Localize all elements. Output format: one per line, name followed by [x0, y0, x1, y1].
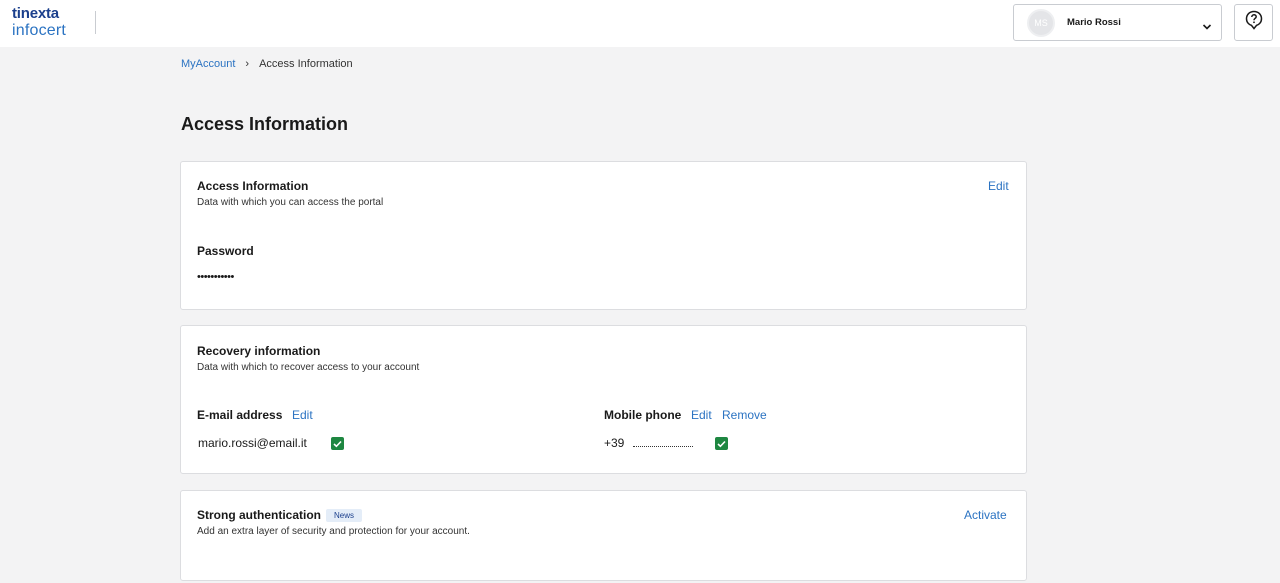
- page-title: Access Information: [181, 114, 349, 134]
- password-value: •••••••••••: [197, 271, 234, 283]
- access-card-title: Access Information: [197, 179, 309, 193]
- strong-authentication-card: Strong authentication News Add an extra …: [180, 490, 1027, 581]
- recovery-card-title: Recovery information: [197, 344, 321, 358]
- brand-logo-line2: infocert: [12, 22, 67, 39]
- news-badge: News: [326, 509, 363, 522]
- breadcrumb-separator: ›: [245, 58, 250, 70]
- recovery-information-card: Recovery information Data with which to …: [180, 325, 1027, 474]
- top-bar: tinexta infocert MS Mario Rossi: [0, 0, 1280, 47]
- help-button[interactable]: [1234, 4, 1273, 41]
- activate-link[interactable]: Activate: [964, 508, 1007, 522]
- logo-divider: [95, 11, 96, 34]
- strong-auth-subtitle: Add an extra layer of security and prote…: [197, 526, 470, 537]
- strong-auth-title: Strong authentication: [197, 508, 321, 522]
- check-icon: [331, 437, 344, 450]
- brand-logo[interactable]: tinexta infocert: [12, 6, 66, 39]
- phone-prefix: +39: [604, 436, 625, 450]
- breadcrumb: MyAccount › Access Information: [181, 58, 353, 70]
- phone-number-masked: [633, 446, 693, 447]
- recovery-card-subtitle: Data with which to recover access to you…: [197, 362, 420, 373]
- email-edit-link[interactable]: Edit: [292, 408, 313, 422]
- access-edit-link[interactable]: Edit: [988, 179, 1009, 193]
- mobile-phone-label: Mobile phone: [604, 408, 682, 422]
- access-card-subtitle: Data with which you can access the porta…: [197, 197, 384, 208]
- breadcrumb-myaccount-link[interactable]: MyAccount: [181, 58, 235, 70]
- password-label: Password: [197, 244, 254, 258]
- avatar: MS: [1027, 8, 1055, 37]
- question-icon: [1245, 10, 1263, 35]
- check-icon: [715, 437, 728, 450]
- user-name: Mario Rossi: [1067, 17, 1121, 28]
- brand-logo-line1: tinexta: [12, 5, 59, 22]
- phone-remove-link[interactable]: Remove: [722, 408, 767, 422]
- user-menu-dropdown[interactable]: MS Mario Rossi: [1013, 4, 1222, 41]
- phone-edit-link[interactable]: Edit: [691, 408, 712, 422]
- chevron-down-icon: [1202, 18, 1212, 36]
- email-label: E-mail address: [197, 408, 283, 422]
- access-information-card: Access Information Data with which you c…: [180, 161, 1027, 310]
- email-value: mario.rossi@email.it: [198, 436, 307, 450]
- breadcrumb-current: Access Information: [259, 58, 353, 70]
